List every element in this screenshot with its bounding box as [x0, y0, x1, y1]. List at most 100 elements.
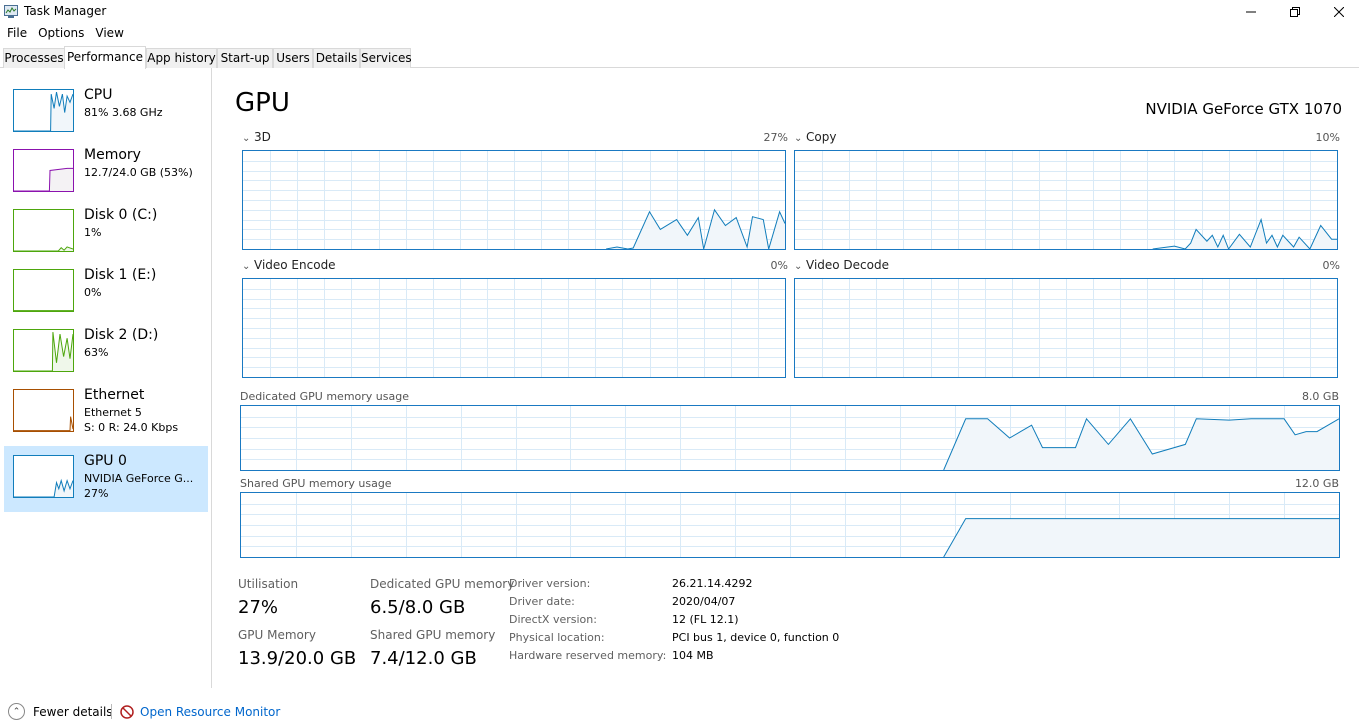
usage-area: [1152, 219, 1337, 249]
sidebar-item-title: CPU: [84, 87, 113, 103]
gpu-memory-value: 13.9/20.0 GB: [238, 648, 357, 669]
engine-value: 0%: [1322, 259, 1340, 272]
driver-version-value: 26.21.14.4292: [672, 577, 753, 590]
driver-date-label: Driver date:: [509, 595, 575, 608]
thumbnail-plot: [14, 167, 73, 191]
graph-video-decode-plot: [795, 279, 1337, 377]
engine-selector-copy[interactable]: ⌄ Copy: [794, 130, 836, 144]
close-icon: [1334, 7, 1344, 17]
thumbnail-line: [14, 246, 73, 251]
task-manager-window: Task Manager File Options View Processes…: [0, 0, 1359, 721]
sidebar-item-memory[interactable]: Memory 12.7/24.0 GB (53%): [4, 140, 208, 206]
engine-selector-video-decode[interactable]: ⌄ Video Decode: [794, 258, 889, 272]
usage-area: [943, 418, 1339, 470]
page-title: GPU: [235, 88, 290, 118]
graph-grid: [795, 279, 1337, 377]
open-resource-monitor-label: Open Resource Monitor: [140, 705, 281, 719]
graph-dedicated-memory: [240, 405, 1340, 471]
thumbnail-area: [14, 480, 73, 497]
disk-0-thumbnail-graph: [13, 209, 74, 252]
footer-bar: ⌃ Fewer details Open Resource Monitor: [0, 700, 1359, 721]
engine-label: Copy: [806, 130, 837, 144]
graph-video-decode: [794, 278, 1338, 378]
sidebar-item-detail: Ethernet 5: [84, 406, 142, 419]
task-manager-icon: [4, 5, 18, 18]
thumbnail-plot: [14, 92, 73, 131]
ethernet-thumbnail-graph: [13, 389, 74, 432]
utilisation-label: Utilisation: [238, 577, 299, 591]
shared-gpu-memory-value: 7.4/12.0 GB: [370, 648, 477, 669]
sidebar-item-title: Disk 2 (D:): [84, 327, 159, 343]
graph-video-encode: [242, 278, 786, 378]
gpu-performance-panel: GPU NVIDIA GeForce GTX 1070 ⌄ 3D 27% ⌄ Cop…: [213, 68, 1359, 688]
disk-2-thumbnail-graph: [13, 329, 74, 372]
dedicated-gpu-memory-value: 6.5/8.0 GB: [370, 597, 466, 618]
gpu-model-name: NVIDIA GeForce GTX 1070: [1145, 100, 1342, 118]
engine-selector-3d[interactable]: ⌄ 3D: [242, 130, 271, 144]
graph-video-encode-plot: [243, 279, 785, 377]
tab-app-history[interactable]: App history: [146, 48, 217, 68]
sidebar-item-detail: 0%: [84, 286, 102, 299]
chevron-down-icon: ⌄: [794, 133, 803, 144]
minimize-button[interactable]: [1228, 0, 1274, 24]
dedicated-memory-label: Dedicated GPU memory usage: [240, 390, 409, 403]
sidebar-item-detail: 63%: [84, 346, 109, 359]
gpu-memory-label: GPU Memory: [238, 628, 316, 642]
usage-area: [943, 518, 1339, 557]
sidebar-item-disk-1[interactable]: Disk 1 (E:) 0%: [4, 260, 208, 326]
sidebar-item-detail-2: S: 0 R: 24.0 Kbps: [84, 421, 179, 434]
engine-selector-video-encode[interactable]: ⌄ Video Encode: [242, 258, 336, 272]
graph-dedicated-memory-plot: [241, 406, 1339, 470]
title-bar: Task Manager: [0, 0, 1359, 24]
sidebar-item-cpu[interactable]: CPU 81% 3.68 GHz: [4, 80, 208, 146]
fewer-details-button[interactable]: ⌃ Fewer details: [8, 703, 113, 720]
graph-copy: [794, 150, 1338, 250]
shared-memory-label: Shared GPU memory usage: [240, 477, 392, 490]
thumbnail-plot: [14, 332, 73, 371]
sidebar-item-detail: NVIDIA GeForce G...: [84, 472, 194, 485]
engine-label: Video Decode: [806, 258, 889, 272]
shared-gpu-memory-label: Shared GPU memory: [370, 628, 496, 642]
sidebar-item-detail-2: 27%: [84, 487, 109, 500]
graph-shared-memory: [240, 492, 1340, 558]
sidebar-item-disk-0[interactable]: Disk 0 (C:) 1%: [4, 200, 208, 266]
sidebar-item-title: Ethernet: [84, 387, 145, 403]
sidebar-item-gpu-0[interactable]: GPU 0 NVIDIA GeForce G... 27%: [4, 446, 208, 512]
menu-view[interactable]: View: [88, 24, 127, 44]
tab-services[interactable]: Services: [360, 48, 412, 68]
physical-location-value: PCI bus 1, device 0, function 0: [672, 631, 840, 644]
sidebar-item-title: GPU 0: [84, 453, 127, 469]
gpu-0-thumbnail-graph: [13, 455, 74, 498]
sidebar-item-detail: 81% 3.68 GHz: [84, 106, 163, 119]
tab-processes[interactable]: Processes: [3, 48, 65, 68]
shared-memory-max: 12.0 GB: [1294, 477, 1339, 490]
thumbnail-plot: [14, 478, 73, 497]
sidebar-item-disk-2[interactable]: Disk 2 (D:) 63%: [4, 320, 208, 386]
fewer-details-label: Fewer details: [33, 704, 113, 719]
directx-version-label: DirectX version:: [509, 613, 597, 626]
sidebar-item-title: Disk 1 (E:): [84, 267, 157, 283]
sidebar-item-detail: 12.7/24.0 GB (53%): [84, 166, 193, 179]
engine-value: 27%: [763, 131, 788, 144]
tab-users[interactable]: Users: [273, 48, 313, 68]
graph-grid: [243, 151, 785, 249]
dedicated-memory-max: 8.0 GB: [1301, 390, 1339, 403]
menu-options[interactable]: Options: [31, 24, 88, 44]
memory-thumbnail-graph: [13, 149, 74, 192]
graph-shared-memory-plot: [241, 493, 1339, 557]
maximize-button[interactable]: [1272, 0, 1318, 24]
menu-file[interactable]: File: [0, 24, 31, 44]
sidebar-item-detail: 1%: [84, 226, 102, 239]
dedicated-gpu-memory-label: Dedicated GPU memory: [370, 577, 515, 591]
graph-grid: [243, 279, 785, 377]
close-button[interactable]: [1316, 0, 1359, 24]
tab-details[interactable]: Details: [313, 48, 360, 68]
thumbnail-area: [14, 416, 73, 431]
open-resource-monitor-link[interactable]: Open Resource Monitor: [120, 705, 280, 719]
thumbnail-plot: [14, 246, 73, 251]
tab-start-up[interactable]: Start-up: [217, 48, 273, 68]
chevron-down-icon: ⌄: [242, 261, 251, 272]
tab-performance[interactable]: Performance: [64, 46, 146, 69]
disk-1-thumbnail-graph: [13, 269, 74, 312]
sidebar-item-ethernet[interactable]: Ethernet Ethernet 5 S: 0 R: 24.0 Kbps: [4, 380, 208, 446]
